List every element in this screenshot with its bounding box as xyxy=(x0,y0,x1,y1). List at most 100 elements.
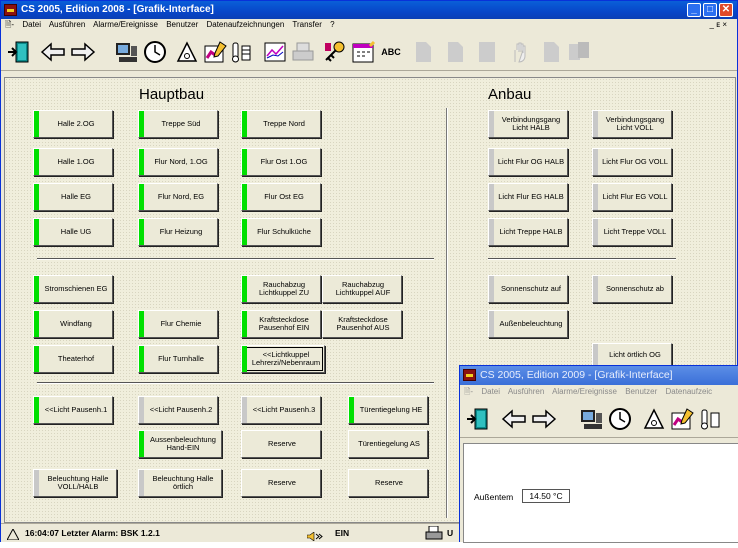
button-tuerentriegelung-he[interactable]: Türentiegelung HE xyxy=(348,396,428,424)
button-halle-1og[interactable]: Halle 1.OG xyxy=(33,148,113,176)
menu-benutzer[interactable]: Benutzer xyxy=(166,20,198,29)
button-reserve-2[interactable]: Reserve xyxy=(241,469,321,497)
arrow-left-icon[interactable] xyxy=(39,39,67,65)
second-title-bar[interactable]: CS 2005, Edition 2009 - [Grafik-Interfac… xyxy=(460,366,738,385)
menu-bar: 🗎- Datei Ausführen Alarme/Ereignisse Ben… xyxy=(1,19,737,31)
button-flur-nord-1og[interactable]: Flur Nord, 1.OG xyxy=(138,148,218,176)
close-button[interactable]: ✕ xyxy=(719,3,733,17)
button-treppe-nord[interactable]: Treppe Nord xyxy=(241,110,321,138)
button-licht-flur-og-voll[interactable]: Licht Flur OG VOLL xyxy=(592,148,672,176)
second-window-title: CS 2005, Edition 2009 - [Grafik-Interfac… xyxy=(480,369,673,381)
button-sonnenschutz-auf[interactable]: Sonnenschutz auf xyxy=(488,275,568,303)
calendar-icon[interactable] xyxy=(349,39,377,65)
second-document-icon[interactable]: 🗎- xyxy=(464,387,473,396)
button-reserve-1[interactable]: Reserve xyxy=(241,430,321,458)
button-licht-treppe-halb[interactable]: Licht Treppe HALB xyxy=(488,218,568,246)
button-licht-pausenhof-2[interactable]: <<Licht Pausenh.2 xyxy=(138,396,218,424)
button-halle-eg[interactable]: Halle EG xyxy=(33,183,113,211)
button-rauchabzug-auf[interactable]: Rauchabzug Lichtkuppel AUF xyxy=(322,275,402,303)
button-aussenbeleuchtung[interactable]: Außenbeleuchtung xyxy=(488,310,568,338)
page-icon[interactable] xyxy=(537,39,565,65)
abc-text-icon[interactable]: ABC xyxy=(377,39,405,65)
speaker-icon[interactable] xyxy=(306,529,323,548)
button-sonnenschutz-ab[interactable]: Sonnenschutz ab xyxy=(592,275,672,303)
alarm-bell-icon[interactable] xyxy=(640,406,668,432)
menu-datenaufzeichnungen[interactable]: Datenaufzeichnungen xyxy=(206,20,284,29)
second-menu-alarme[interactable]: Alarme/Ereignisse xyxy=(552,387,617,396)
alarm-bell-icon[interactable] xyxy=(173,39,201,65)
computer-icon[interactable] xyxy=(578,406,606,432)
button-flur-chemie[interactable]: Flur Chemie xyxy=(138,310,218,338)
edit-chart-icon[interactable] xyxy=(668,406,696,432)
menu-datei[interactable]: Datei xyxy=(22,20,41,29)
thermometer-icon[interactable] xyxy=(227,39,255,65)
button-beleuchtung-halle-oertlich[interactable]: Beleuchtung Halle örtlich xyxy=(138,469,222,497)
user-status: U xyxy=(447,528,454,538)
page-icon[interactable] xyxy=(409,39,437,65)
button-tuerentriegelung-as[interactable]: Türentiegelung AS xyxy=(348,430,428,458)
arrow-right-icon[interactable] xyxy=(69,39,97,65)
button-licht-pausenhof-3[interactable]: <<Licht Pausenh.3 xyxy=(241,396,321,424)
computer-icon[interactable] xyxy=(113,39,141,65)
printer-icon[interactable] xyxy=(289,39,317,65)
document-icon[interactable]: 🗎- xyxy=(5,20,14,29)
button-rauchabzug-zu[interactable]: Rauchabzug Lichtkuppel ZU xyxy=(241,275,321,303)
second-menu-datenaufzeichnungen[interactable]: Datenaufzeic xyxy=(665,387,712,396)
menu-ausfuehren[interactable]: Ausführen xyxy=(49,20,85,29)
maximize-button[interactable]: □ xyxy=(703,3,717,17)
menu-help[interactable]: ? xyxy=(330,20,334,29)
button-reserve-3[interactable]: Reserve xyxy=(348,469,428,497)
key-icon[interactable] xyxy=(321,39,349,65)
button-stromschienen-eg[interactable]: Stromschienen EG xyxy=(33,275,113,303)
clock-icon[interactable] xyxy=(141,39,169,65)
button-licht-flur-eg-voll[interactable]: Licht Flur EG VOLL xyxy=(592,183,672,211)
clock-icon[interactable] xyxy=(606,406,634,432)
edit-chart-icon[interactable] xyxy=(201,39,229,65)
button-theaterhof[interactable]: Theaterhof xyxy=(33,345,113,373)
thermometer-icon[interactable] xyxy=(696,406,724,432)
button-flur-heizung[interactable]: Flur Heizung xyxy=(138,218,218,246)
button-treppe-sued[interactable]: Treppe Süd xyxy=(138,110,218,138)
exit-door-icon[interactable] xyxy=(464,406,492,432)
second-menu-datei[interactable]: Datei xyxy=(481,387,500,396)
button-licht-oertlich-og[interactable]: Licht örtlich OG xyxy=(592,343,672,367)
button-halle-ug[interactable]: Halle UG xyxy=(33,218,113,246)
button-flur-ost-1og[interactable]: Flur Ost 1.OG xyxy=(241,148,321,176)
second-menu-benutzer[interactable]: Benutzer xyxy=(625,387,657,396)
button-licht-pausenhof-1[interactable]: <<Licht Pausenh.1 xyxy=(33,396,113,424)
button-licht-treppe-voll[interactable]: Licht Treppe VOLL xyxy=(592,218,672,246)
button-verbindungsgang-voll[interactable]: Verbindungsgang Licht VOLL xyxy=(592,110,672,138)
page-icon[interactable] xyxy=(441,39,469,65)
sound-status: EIN xyxy=(335,528,350,538)
hand-icon[interactable] xyxy=(505,39,533,65)
button-kraftsteckdose-ein[interactable]: Kraftsteckdose Pausenhof EIN xyxy=(241,310,321,338)
second-window[interactable]: CS 2005, Edition 2009 - [Grafik-Interfac… xyxy=(459,365,738,543)
button-lichtkuppel-lehrerzimmer[interactable]: <<Lichtkuppel Lehrerzi/Nebenraum xyxy=(241,345,325,373)
button-flur-nord-eg[interactable]: Flur Nord, EG xyxy=(138,183,218,211)
menu-alarme[interactable]: Alarme/Ereignisse xyxy=(93,20,158,29)
minimize-button[interactable]: _ xyxy=(687,3,701,17)
arrow-right-icon[interactable] xyxy=(530,406,558,432)
button-flur-ost-eg[interactable]: Flur Ost EG xyxy=(241,183,321,211)
button-aussenbeleuchtung-hand[interactable]: Aussenbeleuchtung Hand-EIN xyxy=(138,430,222,458)
button-verbindungsgang-halb[interactable]: Verbindungsgang Licht HALB xyxy=(488,110,568,138)
button-kraftsteckdose-aus[interactable]: Kraftsteckdose Pausenhof AUS xyxy=(322,310,402,338)
menu-transfer[interactable]: Transfer xyxy=(292,20,322,29)
heading-hauptbau: Hauptbau xyxy=(139,86,205,103)
pages-icon[interactable] xyxy=(565,39,593,65)
second-menu-ausfuehren[interactable]: Ausführen xyxy=(508,387,544,396)
button-licht-flur-og-halb[interactable]: Licht Flur OG HALB xyxy=(488,148,568,176)
button-halle-2og[interactable]: Halle 2.OG xyxy=(33,110,113,138)
button-licht-flur-eg-halb[interactable]: Licht Flur EG HALB xyxy=(488,183,568,211)
chart-icon[interactable] xyxy=(261,39,289,65)
second-workspace: Außentem 14.50 °C xyxy=(463,443,738,543)
button-beleuchtung-halle-voll-halb[interactable]: Beleuchtung Halle VOLL/HALB xyxy=(33,469,117,497)
page-icon[interactable] xyxy=(473,39,501,65)
app-icon xyxy=(4,4,17,16)
exit-door-icon[interactable] xyxy=(5,39,33,65)
button-flur-schulkueche[interactable]: Flur Schulküche xyxy=(241,218,321,246)
mdi-controls[interactable]: _ ᴇ × xyxy=(710,19,727,31)
button-flur-turnhalle[interactable]: Flur Turnhalle xyxy=(138,345,218,373)
button-windfang[interactable]: Windfang xyxy=(33,310,113,338)
arrow-left-icon[interactable] xyxy=(500,406,528,432)
